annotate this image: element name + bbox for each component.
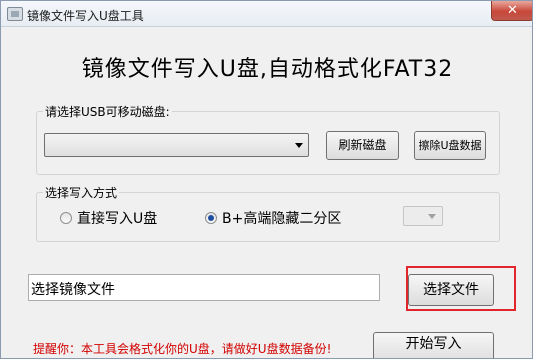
choose-file-highlight	[406, 266, 516, 311]
chevron-down-icon	[295, 143, 303, 148]
app-window: 镜像文件写入U盘工具 ✕ 镜像文件写入U盘,自动格式化FAT32 请选择USB可…	[0, 0, 533, 359]
usb-disk-group-label: 请选择USB可移动磁盘:	[43, 103, 172, 120]
radio-direct-write-label[interactable]: 直接写入U盘	[77, 208, 157, 228]
refresh-disk-button[interactable]: 刷新磁盘	[326, 131, 399, 160]
close-button[interactable]: ✕	[491, 1, 532, 21]
warning-text: 提醒你：本工具会格式化你的U盘，请做好U盘数据备份!	[33, 342, 332, 356]
erase-disk-button[interactable]: 擦除U盘数据	[414, 131, 486, 160]
chevron-down-icon	[428, 214, 436, 219]
window-title: 镜像文件写入U盘工具	[27, 9, 144, 23]
title-bar: 镜像文件写入U盘工具 ✕	[1, 1, 532, 27]
start-write-button[interactable]: 开始写入	[373, 332, 494, 358]
radio-hidden-partition-label[interactable]: B+高端隐藏二分区	[222, 208, 341, 228]
page-title: 镜像文件写入U盘,自动格式化FAT32	[81, 57, 454, 82]
usb-disk-select[interactable]	[44, 133, 309, 157]
image-file-path-field[interactable]: 选择镜像文件	[28, 274, 380, 301]
write-mode-group-label: 选择写入方式	[43, 184, 120, 201]
app-icon	[7, 7, 23, 21]
radio-hidden-partition[interactable]	[205, 212, 217, 224]
partition-option-select[interactable]	[403, 206, 443, 226]
radio-direct-write[interactable]	[60, 212, 72, 224]
